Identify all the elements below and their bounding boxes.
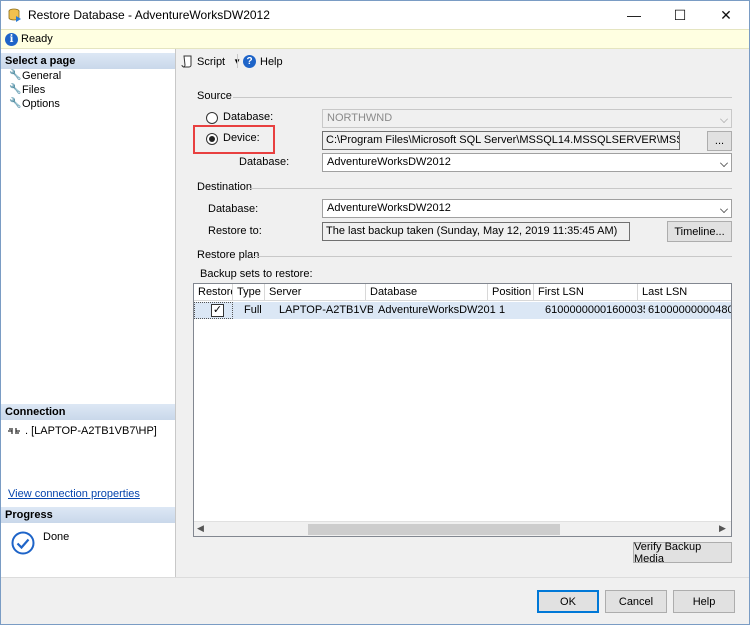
server-connection-icon [8, 428, 20, 434]
left-pane: Select a page 🔧 General 🔧 Files 🔧 Option… [1, 49, 176, 577]
destination-group-label: Destination [197, 181, 253, 193]
page-options[interactable]: 🔧 Options [9, 97, 60, 111]
restore-to-label: Restore to: [208, 225, 262, 237]
scroll-right-icon[interactable]: ▶ [719, 523, 726, 534]
column-header-first-lsn[interactable]: First LSN [534, 284, 638, 301]
connection-info: . [LAPTOP-A2TB1VB7\HP] [7, 425, 157, 437]
restore-plan-group-label: Restore plan [197, 249, 260, 261]
minimize-button[interactable]: — [611, 1, 657, 29]
page-files[interactable]: 🔧 Files [9, 83, 45, 97]
device-path-field[interactable]: C:\Program Files\Microsoft SQL Server\MS… [322, 131, 680, 150]
help-button[interactable]: Help [673, 590, 735, 613]
column-header-last-lsn[interactable]: Last LSN [638, 284, 731, 301]
source-db-select[interactable]: AdventureWorksDW2012 [322, 153, 732, 172]
help-label: Help [260, 55, 283, 68]
restore-checkbox[interactable]: ✓ [211, 304, 224, 317]
cell-position: 1 [499, 304, 506, 316]
script-label: Script [197, 55, 226, 68]
grid-header: Restore Type Server Database Position Fi… [194, 284, 731, 301]
source-database-select: NORTHWND [322, 109, 732, 128]
progress-header: Progress [1, 507, 175, 523]
cell-server: LAPTOP-A2TB1VB7 [279, 304, 373, 316]
help-icon: ? [243, 55, 256, 68]
cell-type: Full [244, 304, 262, 316]
backup-sets-grid[interactable]: Restore Type Server Database Position Fi… [193, 283, 732, 537]
status-bar: i Ready [1, 29, 749, 49]
cell-first-lsn: 61000000001600035 [545, 304, 645, 316]
footer-divider [1, 577, 749, 578]
column-header-position[interactable]: Position [488, 284, 534, 301]
title-bar: Restore Database - AdventureWorksDW2012 … [1, 1, 749, 29]
restore-to-field: The last backup taken (Sunday, May 12, 2… [322, 222, 630, 241]
destination-database-select[interactable]: AdventureWorksDW2012 [322, 199, 732, 218]
table-row[interactable]: ✓ Full LAPTOP-A2TB1VB7 AdventureWorksDW2… [194, 302, 731, 319]
progress-done-icon [11, 531, 35, 555]
source-database-label: Database: [223, 111, 274, 123]
select-page-header: Select a page [1, 53, 175, 69]
horizontal-scrollbar[interactable]: ◀ ▶ [194, 521, 731, 536]
help-toolbar-button[interactable]: ? Help [243, 55, 283, 68]
chevron-down-icon [720, 115, 728, 123]
script-button[interactable]: Script ▼ [181, 55, 241, 68]
close-button[interactable]: ✕ [703, 1, 749, 29]
column-header-type[interactable]: Type [233, 284, 265, 301]
wrench-icon: 🔧 [9, 84, 22, 95]
timeline-button[interactable]: Timeline... [667, 221, 732, 242]
restore-plan-divider [254, 256, 732, 257]
browse-device-button[interactable]: ... [707, 131, 732, 151]
page-options-label: Options [22, 98, 60, 110]
wrench-icon: 🔧 [9, 70, 22, 81]
source-divider [233, 97, 732, 98]
source-db-label: Database: [239, 156, 290, 168]
cell-last-lsn: 61000000000480000 [648, 304, 731, 316]
source-db-value: AdventureWorksDW2012 [327, 156, 451, 168]
database-radio[interactable] [206, 112, 218, 124]
source-group-label: Source [197, 90, 232, 102]
maximize-button[interactable]: ☐ [657, 1, 703, 29]
destination-database-value: AdventureWorksDW2012 [327, 202, 451, 214]
page-files-label: Files [22, 84, 46, 96]
scrollbar-thumb[interactable] [308, 524, 560, 535]
chevron-down-icon [720, 205, 728, 213]
page-general-label: General [22, 70, 62, 82]
verify-backup-media-button[interactable]: Verify Backup Media [633, 541, 732, 565]
cell-database: AdventureWorksDW2012 [378, 304, 496, 316]
highlight-annotation-box [193, 125, 275, 154]
backup-sets-label: Backup sets to restore: [200, 268, 313, 280]
destination-divider [249, 188, 732, 189]
progress-value: Done [43, 531, 70, 543]
toolbar-separator [237, 54, 238, 68]
cancel-button[interactable]: Cancel [605, 590, 667, 613]
chevron-down-icon [720, 159, 728, 167]
column-header-restore[interactable]: Restore [194, 284, 233, 301]
connection-value: . [LAPTOP-A2TB1VB7\HP] [25, 425, 157, 437]
ok-button[interactable]: OK [537, 590, 599, 613]
destination-database-label: Database: [208, 203, 259, 215]
restore-database-dialog: Restore Database - AdventureWorksDW2012 … [0, 0, 750, 625]
source-database-value: NORTHWND [327, 112, 393, 124]
info-icon: i [5, 33, 18, 46]
window-title: Restore Database - AdventureWorksDW2012 [28, 8, 270, 22]
database-app-icon [8, 8, 21, 22]
status-text: Ready [21, 33, 53, 45]
column-header-database[interactable]: Database [366, 284, 488, 301]
page-general[interactable]: 🔧 General [9, 69, 61, 83]
connection-header: Connection [1, 404, 175, 420]
wrench-icon: 🔧 [9, 98, 22, 109]
script-icon [181, 55, 192, 68]
column-header-server[interactable]: Server [265, 284, 366, 301]
scroll-left-icon[interactable]: ◀ [197, 523, 204, 534]
view-connection-properties-link[interactable]: View connection properties [8, 488, 140, 500]
